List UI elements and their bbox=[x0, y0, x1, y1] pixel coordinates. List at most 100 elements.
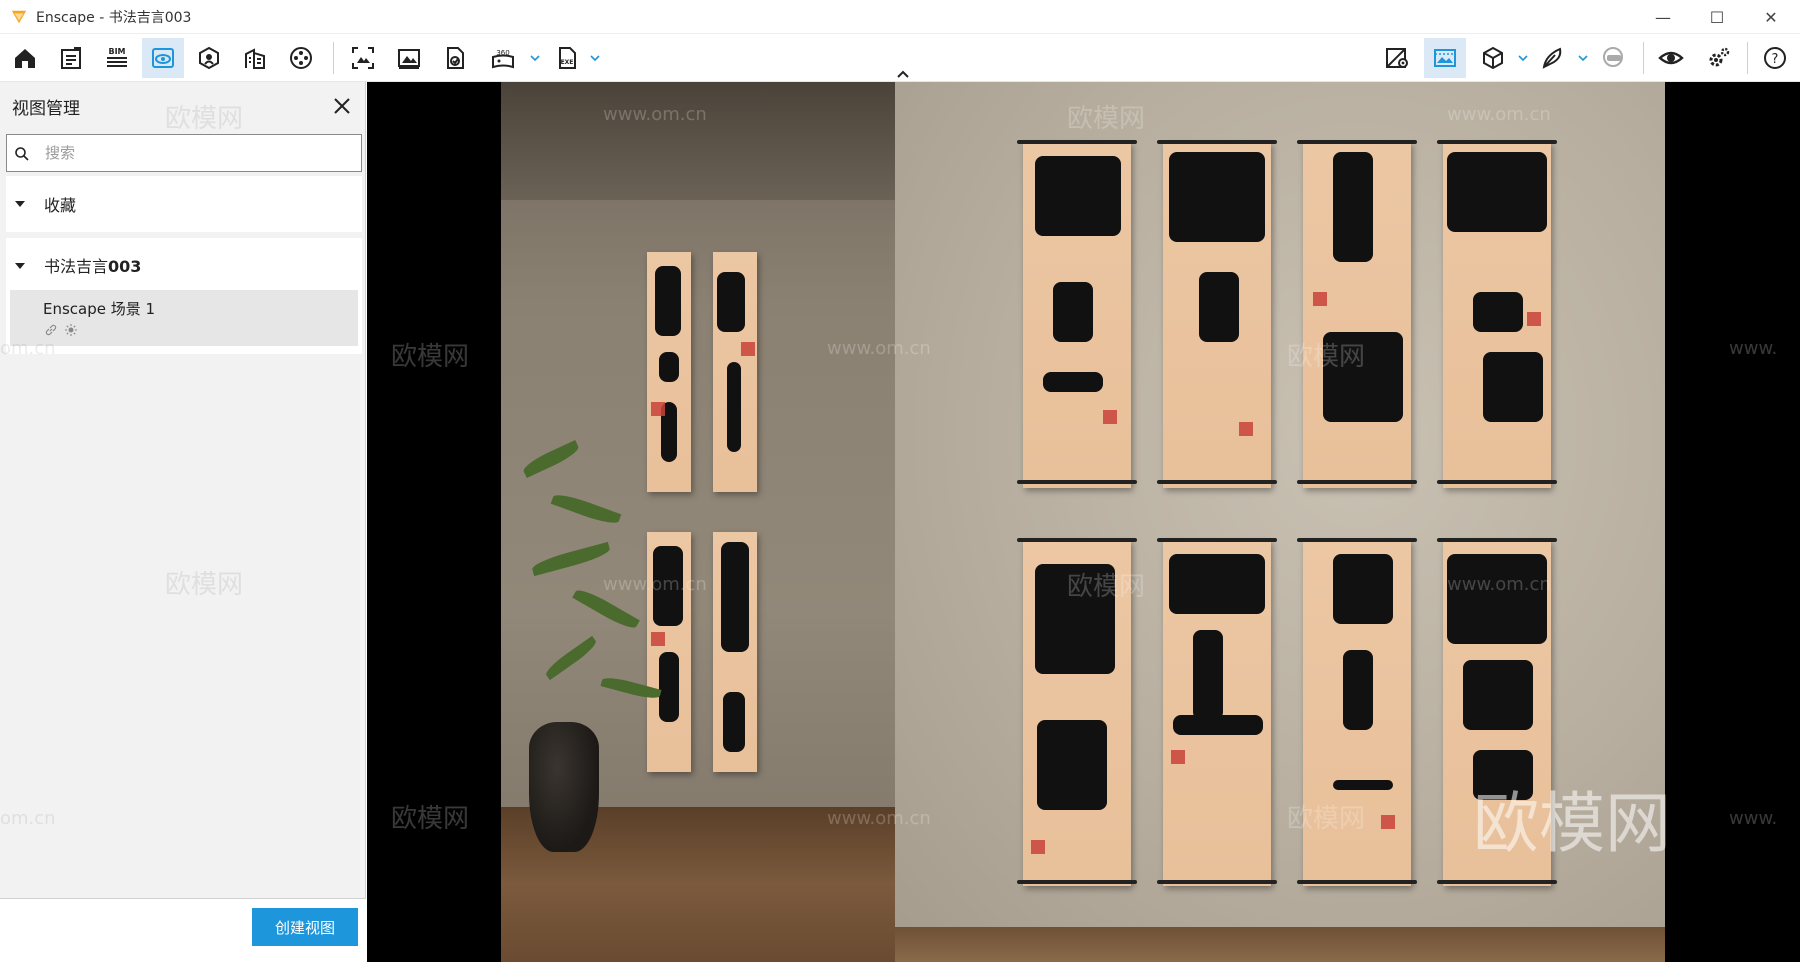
hanging-rod bbox=[1437, 880, 1557, 884]
vr-headset-icon bbox=[1603, 47, 1623, 67]
screenshot-icon bbox=[352, 47, 374, 69]
view-list-item[interactable]: Enscape 场景 1 bbox=[10, 290, 358, 346]
chevron-down-icon bbox=[1518, 55, 1528, 62]
eye-icon bbox=[1658, 51, 1684, 65]
settings-button[interactable] bbox=[1698, 38, 1740, 78]
watermark-logo-text: 欧模网 bbox=[1473, 785, 1671, 862]
home-icon bbox=[15, 49, 35, 68]
export-web-icon bbox=[447, 47, 464, 69]
watermark-text: www.om.cn bbox=[1447, 574, 1551, 595]
vr-headset-button[interactable] bbox=[1592, 38, 1634, 78]
asset-library-button[interactable] bbox=[188, 38, 230, 78]
watermark-text: 欧模网 bbox=[165, 104, 244, 134]
hanging-rod bbox=[1297, 140, 1417, 144]
caret-down-icon[interactable] bbox=[14, 198, 26, 210]
search-input[interactable] bbox=[43, 139, 353, 167]
panorama-360-icon: 360 bbox=[492, 49, 514, 69]
feather-icon bbox=[1542, 47, 1562, 69]
image-settings-icon bbox=[1434, 49, 1456, 67]
caret-down-icon[interactable] bbox=[14, 260, 26, 272]
batch-render-icon bbox=[398, 49, 420, 69]
map-pin-button[interactable] bbox=[1376, 38, 1418, 78]
watermark-text: www. bbox=[1729, 338, 1778, 359]
map-pin-icon bbox=[1386, 48, 1408, 68]
calligraphy-scroll bbox=[647, 252, 691, 492]
hanging-rod bbox=[1157, 140, 1277, 144]
bim-icon: BIM bbox=[107, 47, 127, 67]
view-name: Enscape 场景 1 bbox=[43, 300, 156, 318]
watermark-text: om.cn bbox=[0, 808, 56, 829]
hanging-rod bbox=[1017, 880, 1137, 884]
home-button[interactable] bbox=[4, 38, 46, 78]
notes-button[interactable] bbox=[50, 38, 92, 78]
video-editor-icon bbox=[290, 47, 312, 69]
bim-button[interactable]: BIM bbox=[96, 38, 138, 78]
exe-dropdown[interactable] bbox=[588, 48, 602, 68]
panel-title: 视图管理 bbox=[12, 99, 80, 119]
toolbar-separator bbox=[333, 42, 334, 74]
cube-dropdown[interactable] bbox=[1516, 48, 1530, 68]
help-button[interactable]: ? bbox=[1754, 38, 1796, 78]
render-viewport[interactable]: www.om.cn 欧模网 www.om.cn 欧模网 www.om.cn 欧模… bbox=[367, 82, 1800, 962]
feather-dropdown[interactable] bbox=[1576, 48, 1590, 68]
calligraphy-scroll bbox=[1163, 142, 1271, 488]
watermark-text: 欧模网 bbox=[165, 570, 244, 600]
hanging-rod bbox=[1297, 880, 1417, 884]
wood-floor bbox=[895, 927, 1665, 962]
hanging-rod bbox=[1157, 538, 1277, 542]
link-icon bbox=[45, 324, 57, 336]
maximize-button[interactable]: ☐ bbox=[1690, 0, 1744, 34]
watermark-text: 欧模网 bbox=[1287, 342, 1366, 372]
asset-library-icon bbox=[199, 46, 219, 70]
visual-settings-button[interactable] bbox=[1650, 38, 1692, 78]
watermark-text: om.cn bbox=[0, 338, 56, 359]
watermark-text: 欧模网 bbox=[1067, 104, 1146, 134]
export-web-button[interactable] bbox=[434, 38, 476, 78]
building-button[interactable] bbox=[234, 38, 276, 78]
exe-export-button[interactable]: EXE bbox=[546, 38, 588, 78]
watermark-text: 欧模网 bbox=[391, 804, 470, 834]
video-editor-button[interactable] bbox=[280, 38, 322, 78]
watermark-text: www.om.cn bbox=[827, 808, 931, 829]
hanging-rod bbox=[1017, 538, 1137, 542]
favorites-section[interactable]: 收藏 bbox=[6, 176, 362, 232]
cube-icon bbox=[1483, 46, 1503, 70]
window-title: Enscape - 书法吉言003 bbox=[36, 9, 192, 26]
panorama-dropdown[interactable] bbox=[528, 48, 542, 68]
settings-icon bbox=[1709, 47, 1730, 67]
chevron-up-icon bbox=[897, 70, 909, 78]
collapse-toolbar-button[interactable] bbox=[892, 67, 914, 81]
favorites-label: 收藏 bbox=[44, 196, 77, 215]
hanging-rod bbox=[1437, 538, 1557, 542]
close-icon[interactable] bbox=[330, 94, 354, 118]
calligraphy-scroll bbox=[1443, 142, 1551, 488]
enscape-logo-icon bbox=[11, 10, 27, 23]
svg-text:EXE: EXE bbox=[561, 59, 574, 66]
hanging-rod bbox=[1017, 140, 1137, 144]
svg-text:BIM: BIM bbox=[108, 47, 125, 56]
minimize-button[interactable]: — bbox=[1636, 0, 1690, 34]
image-settings-button[interactable] bbox=[1424, 38, 1466, 78]
svg-text:?: ? bbox=[1772, 52, 1779, 67]
ceiling bbox=[501, 82, 895, 200]
chevron-down-icon bbox=[530, 55, 540, 62]
close-window-button[interactable]: ✕ bbox=[1744, 0, 1798, 34]
batch-render-button[interactable] bbox=[388, 38, 430, 78]
chevron-down-icon bbox=[590, 55, 600, 62]
toolbar-separator bbox=[1643, 42, 1644, 74]
create-view-button[interactable]: 创建视图 bbox=[252, 908, 358, 946]
panorama-360-button[interactable]: 360 bbox=[482, 38, 524, 78]
calligraphy-scroll bbox=[713, 252, 757, 492]
view-management-button[interactable] bbox=[142, 38, 184, 78]
search-box[interactable] bbox=[6, 134, 362, 172]
cube-button[interactable] bbox=[1472, 38, 1514, 78]
watermark-text: 欧模网 bbox=[1287, 804, 1366, 834]
feather-button[interactable] bbox=[1532, 38, 1574, 78]
calligraphy-scroll bbox=[647, 532, 691, 772]
hanging-rod bbox=[1297, 538, 1417, 542]
watermark-text: 欧模网 bbox=[1067, 572, 1146, 602]
building-icon bbox=[245, 48, 265, 69]
hanging-rod bbox=[1437, 140, 1557, 144]
screenshot-button[interactable] bbox=[342, 38, 384, 78]
search-icon bbox=[15, 147, 29, 161]
